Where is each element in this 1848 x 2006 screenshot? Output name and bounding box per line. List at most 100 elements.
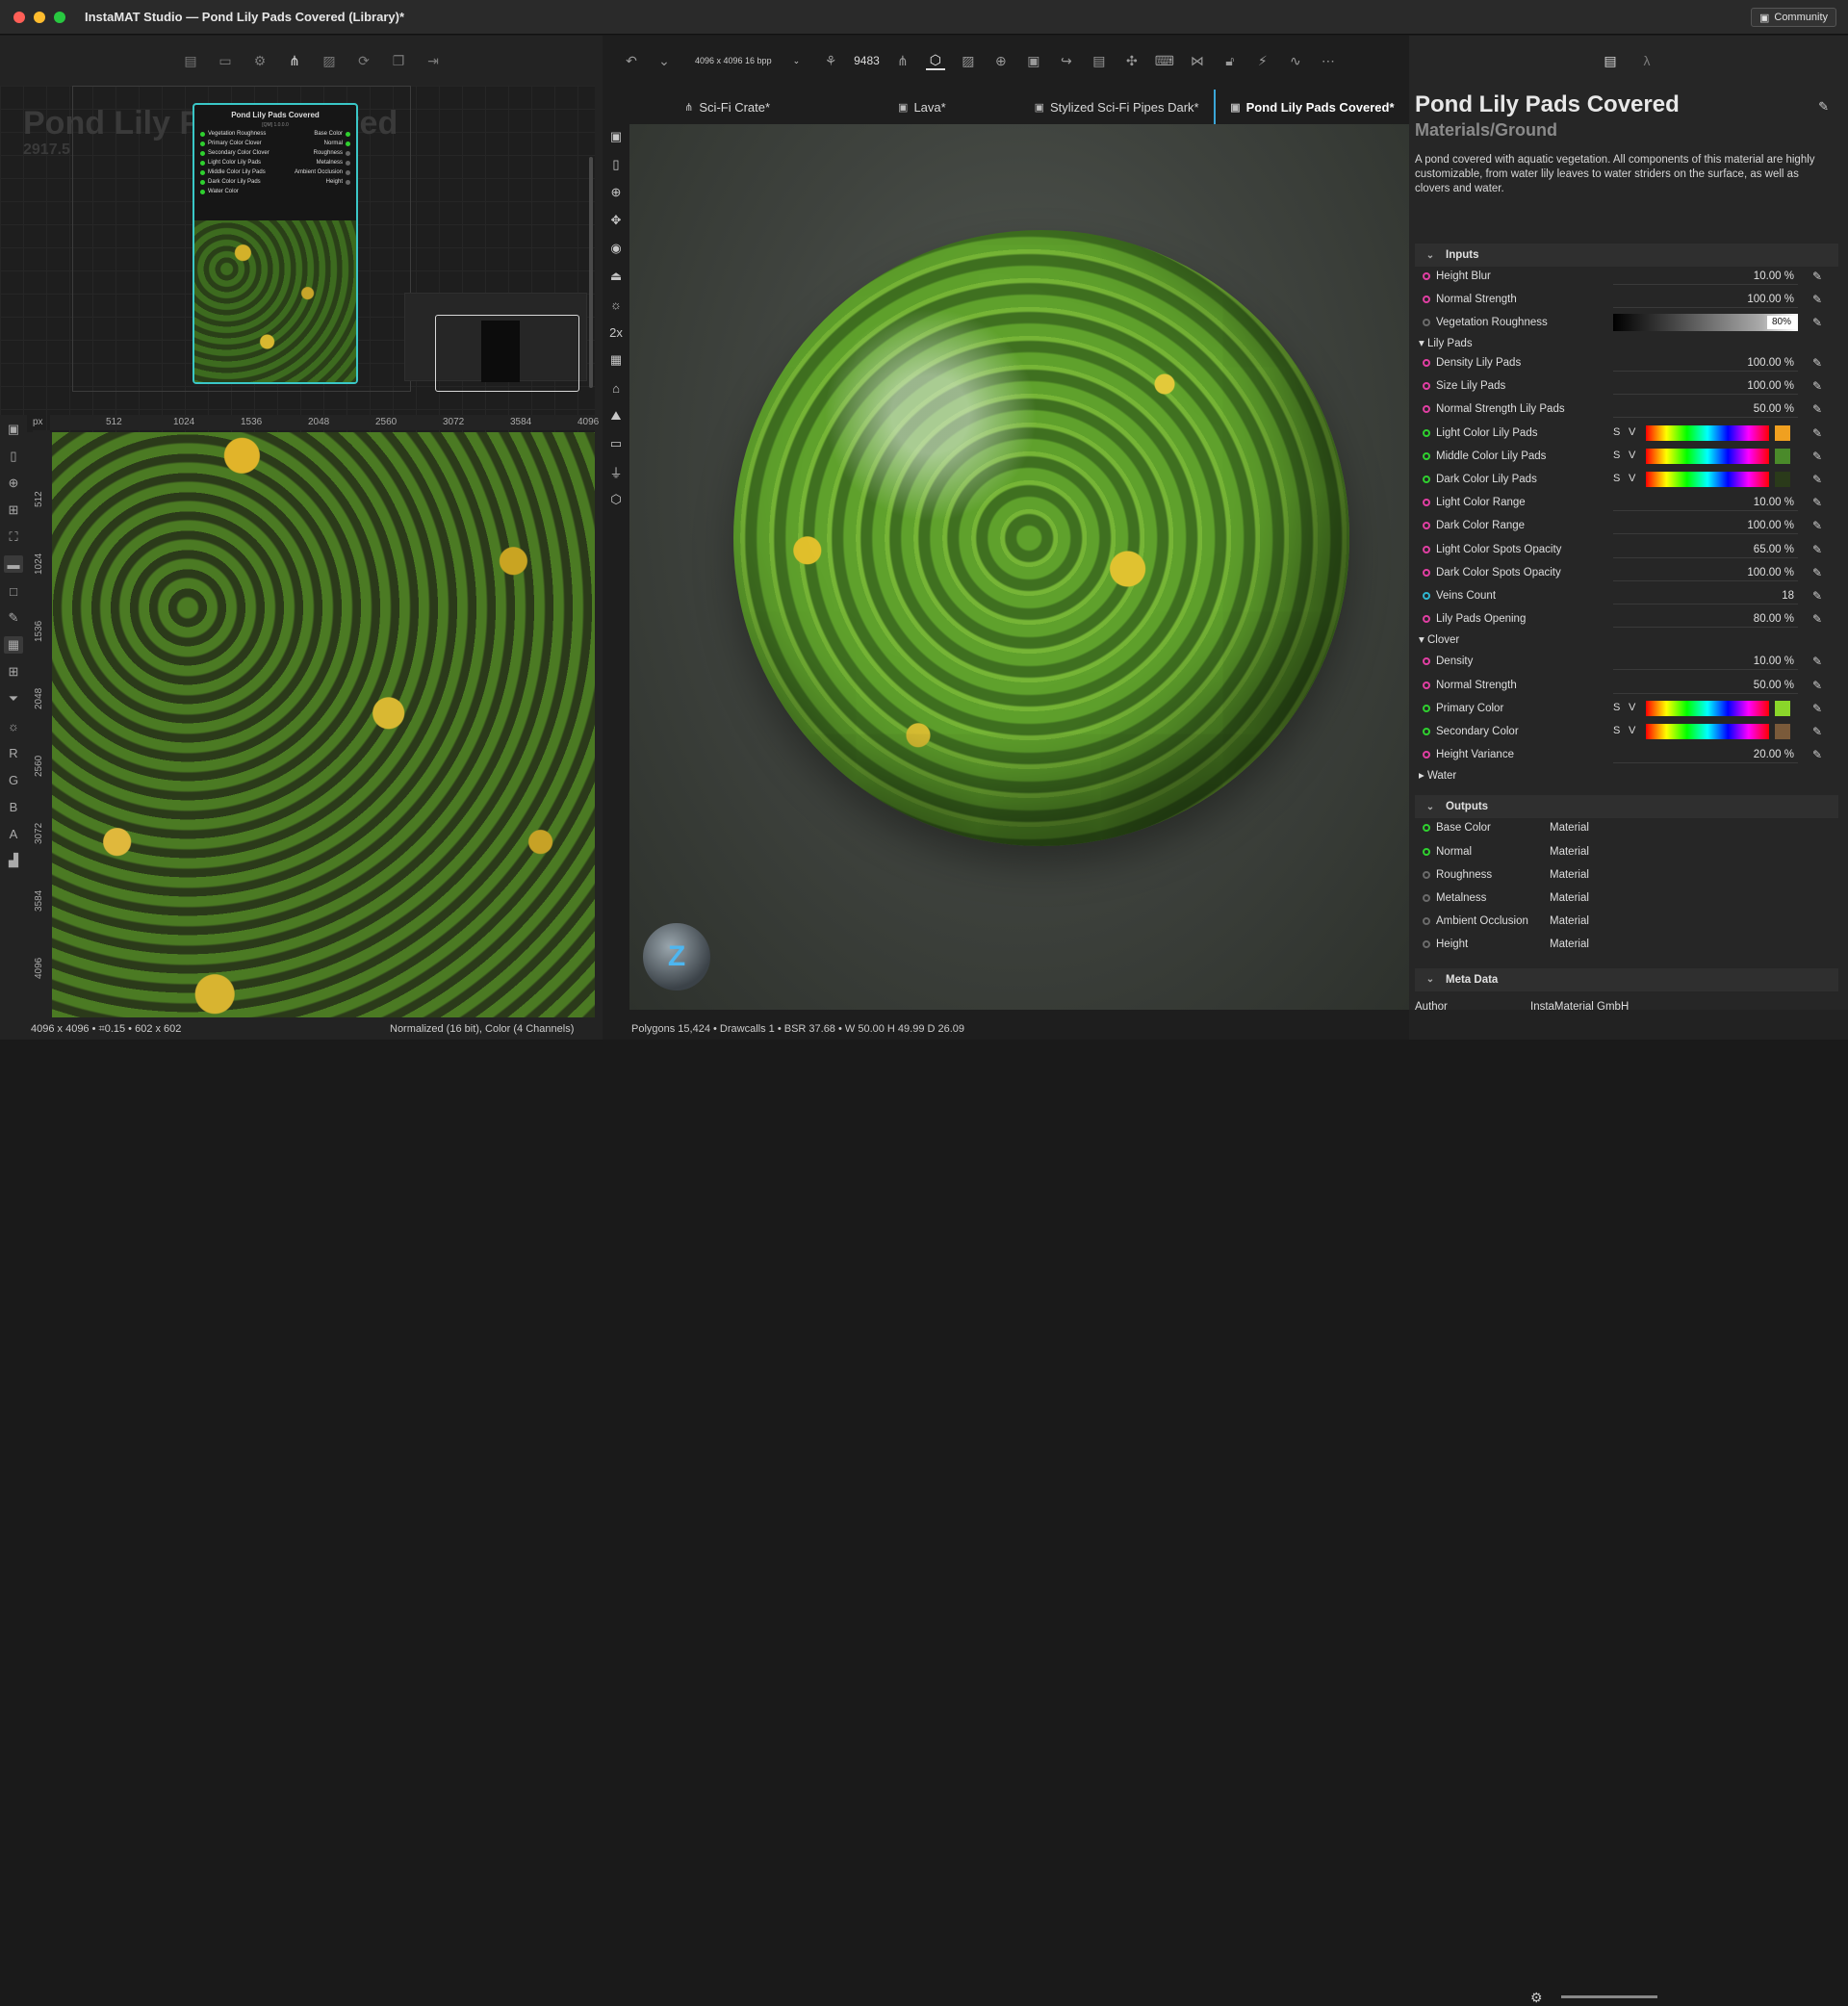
- gradient-slider[interactable]: 80%: [1613, 314, 1798, 331]
- pencil-icon[interactable]: ✎: [1812, 496, 1822, 509]
- pencil-icon[interactable]: ✎: [1812, 589, 1822, 603]
- export-icon[interactable]: ⇥: [424, 51, 443, 70]
- pencil-icon[interactable]: ✎: [1812, 566, 1822, 579]
- node-output-port[interactable]: Metalness: [317, 160, 350, 166]
- pencil-icon[interactable]: ✎: [1812, 748, 1822, 761]
- node-output-port[interactable]: Base Color: [314, 131, 350, 137]
- community-button[interactable]: ▣ Community: [1750, 8, 1836, 27]
- color-swatch[interactable]: [1775, 472, 1790, 487]
- display-icon[interactable]: ▭: [606, 435, 626, 452]
- pencil-icon[interactable]: ✎: [1812, 402, 1822, 416]
- property-value-slider[interactable]: 100.00 %: [1613, 564, 1798, 581]
- calculator-icon[interactable]: ▤: [1601, 51, 1620, 70]
- value-toggle[interactable]: V: [1629, 702, 1635, 713]
- terrain-icon[interactable]: ⛰: [606, 407, 626, 424]
- pencil-icon[interactable]: ✎: [1812, 655, 1822, 668]
- edit-title-icon[interactable]: ✎: [1818, 99, 1829, 115]
- hue-slider[interactable]: [1646, 700, 1769, 716]
- share-icon[interactable]: ↪: [1057, 51, 1076, 70]
- clipboard-icon[interactable]: ▯: [606, 156, 626, 173]
- image-icon[interactable]: ▨: [959, 51, 978, 70]
- gear-icon[interactable]: ⚙: [1530, 1990, 1543, 2006]
- cube-icon[interactable]: ⬡: [606, 491, 626, 508]
- pencil-icon[interactable]: ✎: [1812, 356, 1822, 370]
- graph-icon[interactable]: ⋔: [893, 51, 912, 70]
- pen-icon[interactable]: ✎: [4, 609, 23, 627]
- hue-slider[interactable]: [1646, 472, 1769, 487]
- camera-icon[interactable]: ⌂: [606, 379, 626, 397]
- saturation-toggle[interactable]: S: [1613, 725, 1620, 736]
- clover-group[interactable]: ▾ Clover: [1419, 632, 1459, 646]
- pencil-icon[interactable]: ✎: [1812, 725, 1822, 738]
- pencil-icon[interactable]: ✎: [1812, 293, 1822, 306]
- graph-icon[interactable]: ⋔: [285, 51, 304, 70]
- close-window-button[interactable]: [13, 11, 25, 23]
- node-input-port[interactable]: Vegetation Roughness: [200, 131, 266, 137]
- property-value-slider[interactable]: 10.00 %: [1613, 653, 1798, 671]
- inputs-section-header[interactable]: ⌄ Inputs: [1415, 244, 1838, 267]
- saturation-toggle[interactable]: S: [1613, 473, 1620, 484]
- channel-a-button[interactable]: A: [4, 825, 23, 842]
- light-icon[interactable]: ☼: [4, 717, 23, 734]
- package-icon[interactable]: ▭: [216, 51, 235, 70]
- add-circle-icon[interactable]: ⊕: [991, 51, 1011, 70]
- library-icon[interactable]: ▤: [181, 51, 200, 70]
- property-value-slider[interactable]: 20.00 %: [1613, 746, 1798, 764]
- minimap-viewport[interactable]: [435, 315, 579, 392]
- value-toggle[interactable]: V: [1629, 450, 1635, 461]
- crosshair-icon[interactable]: ⊕: [4, 475, 23, 492]
- channel-g-button[interactable]: G: [4, 771, 23, 788]
- refresh-icon[interactable]: ⟳: [354, 51, 373, 70]
- gear-icon[interactable]: ⚙: [250, 51, 270, 70]
- property-value-slider[interactable]: 10.00 %: [1613, 494, 1798, 512]
- color-swatch[interactable]: [1775, 724, 1790, 739]
- pencil-icon[interactable]: ✎: [1812, 543, 1822, 556]
- property-value-slider[interactable]: 10.00 %: [1613, 268, 1798, 285]
- node-input-port[interactable]: Primary Color Clover: [200, 141, 262, 146]
- channel-b-button[interactable]: B: [4, 798, 23, 815]
- undo-icon[interactable]: ↶: [622, 51, 641, 70]
- pencil-icon[interactable]: ✎: [1812, 612, 1822, 626]
- axis-gizmo[interactable]: Z: [643, 923, 710, 990]
- light-icon[interactable]: ☼: [606, 296, 626, 313]
- saturation-toggle[interactable]: S: [1613, 450, 1620, 461]
- hue-slider[interactable]: [1646, 448, 1769, 464]
- pencil-icon[interactable]: ✎: [1812, 519, 1822, 532]
- property-value-slider[interactable]: 18: [1613, 587, 1798, 604]
- saturation-toggle[interactable]: S: [1613, 426, 1620, 438]
- ground-icon[interactable]: ⏏: [606, 268, 626, 285]
- outputs-section-header[interactable]: ⌄ Outputs: [1415, 795, 1838, 819]
- scale-2x-button[interactable]: 2x: [606, 323, 626, 341]
- value-toggle[interactable]: V: [1629, 426, 1635, 438]
- maximize-window-button[interactable]: [54, 11, 65, 23]
- image-icon[interactable]: ▨: [320, 51, 339, 70]
- resolution-select[interactable]: 4096 x 4096 16 bpp ⌄: [687, 50, 808, 71]
- eye-icon[interactable]: ◉: [606, 240, 626, 257]
- fit-icon[interactable]: ⛶: [4, 528, 23, 546]
- tab-pond-lily-pads[interactable]: ▣ Pond Lily Pads Covered*: [1213, 90, 1409, 124]
- tab-sci-fi-crate[interactable]: ⋔ Sci-Fi Crate*: [629, 90, 824, 124]
- property-value-slider[interactable]: 80.00 %: [1613, 610, 1798, 629]
- frame-icon[interactable]: □: [4, 582, 23, 600]
- hue-slider[interactable]: [1646, 724, 1769, 739]
- checker-icon[interactable]: ▦: [4, 636, 23, 654]
- property-value-slider[interactable]: 50.00 %: [1613, 677, 1798, 694]
- save-icon[interactable]: ▣: [1024, 51, 1043, 70]
- lambda-icon[interactable]: λ: [1637, 51, 1656, 70]
- saturation-toggle[interactable]: S: [1613, 702, 1620, 713]
- node-input-port[interactable]: Dark Color Lily Pads: [200, 179, 261, 185]
- histogram-icon[interactable]: ▟: [4, 852, 23, 869]
- water-group[interactable]: ▸ Water: [1419, 768, 1456, 782]
- color-swatch[interactable]: [1775, 700, 1790, 716]
- pencil-icon[interactable]: ✎: [1812, 379, 1822, 393]
- filter-icon[interactable]: ⏷: [4, 690, 23, 707]
- node-graph-canvas[interactable]: Pond Lily Pads Covered 2917.5 Pond Lily …: [0, 86, 595, 432]
- property-value-slider[interactable]: 50.00 %: [1613, 400, 1798, 419]
- texture-2d-view[interactable]: [52, 432, 595, 1017]
- node-input-port[interactable]: Light Color Lily Pads: [200, 160, 261, 166]
- property-value-slider[interactable]: 100.00 %: [1613, 354, 1798, 372]
- terminal-icon[interactable]: ⌨: [1155, 51, 1174, 70]
- footer-slider[interactable]: [1561, 1995, 1657, 1998]
- 3d-viewport[interactable]: Z: [629, 124, 1409, 1010]
- color-swatch[interactable]: [1775, 424, 1790, 441]
